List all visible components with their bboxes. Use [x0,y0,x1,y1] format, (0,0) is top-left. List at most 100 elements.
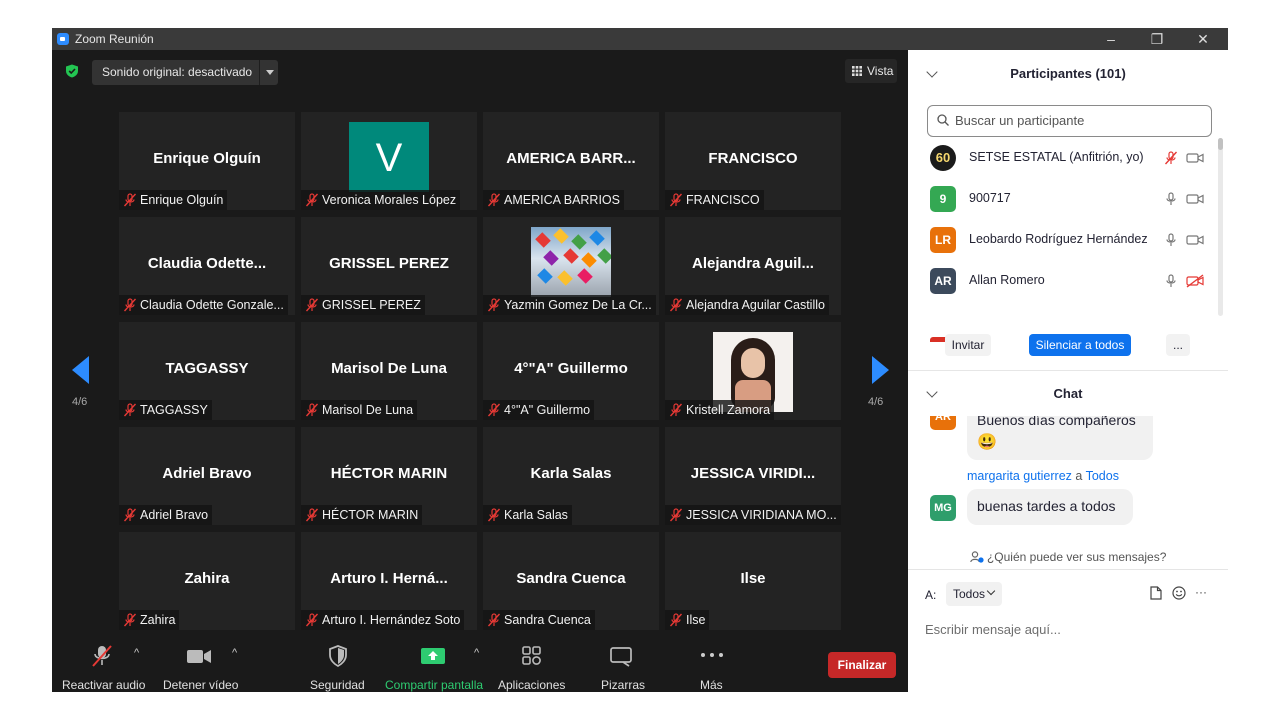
mic-icon[interactable] [1164,192,1178,206]
participant-name-tag: FRANCISCO [665,190,764,210]
participant-scrollbar[interactable] [1218,138,1223,150]
chat-compose-area: A: Todos ··· Escribir mensaje aquí... [908,569,1228,692]
participant-row[interactable]: 9 900717 [908,180,1208,220]
participant-tile[interactable]: Karla Salas Karla Salas [483,427,659,525]
muted-mic-icon [305,508,319,522]
muted-mic-icon [305,613,319,627]
security-label: Seguridad [310,678,365,692]
end-meeting-button[interactable]: Finalizar [828,652,896,678]
participant-name: Adriel Bravo [140,508,209,522]
chat-recipient-select[interactable]: Todos [946,582,1002,606]
muted-mic-icon [305,298,319,312]
chat-more-button[interactable]: ··· [1195,585,1207,599]
mic-icon[interactable] [1164,233,1178,247]
emoji-icon[interactable] [1172,586,1186,600]
original-sound-label: Sonido original: desactivado [102,65,253,79]
participant-tile[interactable]: Zahira Zahira [119,532,295,630]
participant-display-name: FRANCISCO [708,150,798,167]
participant-tile[interactable]: TAGGASSY TAGGASSY [119,322,295,420]
participant-name: AMERICA BARRIOS [504,193,620,207]
chat-message-input[interactable]: Escribir mensaje aquí... [925,622,1061,637]
participant-name: Yazmin Gomez De La Cr... [504,298,652,312]
muted-mic-icon [669,193,683,207]
chat-message-bubble: buenas tardes a todos [967,489,1133,525]
share-options-caret[interactable]: ^ [474,647,479,659]
original-sound-button[interactable]: Sonido original: desactivado [92,60,278,85]
chat-visibility-info[interactable]: ¿Quién puede ver sus mensajes? [908,550,1228,564]
participant-tile[interactable]: HÉCTOR MARIN HÉCTOR MARIN [301,427,477,525]
participant-tile[interactable]: JESSICA VIRIDI... JESSICA VIRIDIANA MO... [665,427,841,525]
next-page-arrow-icon[interactable] [872,356,889,384]
participant-tile[interactable]: 4°"A" Guillermo 4°"A" Guillermo [483,322,659,420]
participant-tile[interactable]: Arturo I. Herná... Arturo I. Hernández So… [301,532,477,630]
video-camera-icon[interactable] [1186,151,1204,165]
participant-tile[interactable]: Claudia Odette... Claudia Odette Gonzale.… [119,217,295,315]
participant-name-tag: Yazmin Gomez De La Cr... [483,295,656,315]
participants-header: Participantes (101) [1010,66,1126,81]
audio-options-caret[interactable]: ^ [134,647,139,659]
video-off-icon[interactable] [1186,274,1204,288]
participant-search-input[interactable]: Buscar un participante [927,105,1212,137]
chat-sender-line: margarita gutierrez a Todos [967,469,1119,483]
muted-mic-icon [305,403,319,417]
participant-tile[interactable]: Yazmin Gomez De La Cr... [483,217,659,315]
chat-recipient[interactable]: Todos [1086,469,1119,483]
participant-name-tag: AMERICA BARRIOS [483,190,624,210]
participant-row[interactable]: LR Leobardo Rodríguez Hernández [908,221,1208,261]
close-window-button[interactable]: ✕ [1180,28,1226,50]
more-label: Más [700,678,723,692]
participant-tile[interactable]: V Veronica Morales López [301,112,477,210]
video-camera-icon[interactable] [1186,233,1204,247]
avatar: LR [930,227,956,253]
participant-name: 900717 [969,191,1011,205]
title-bar: Zoom Reunión – ❐ ✕ [52,28,1228,50]
apps-label: Aplicaciones [498,678,566,692]
video-camera-icon[interactable] [1186,192,1204,206]
video-options-caret[interactable]: ^ [232,647,237,659]
muted-mic-icon[interactable] [1164,151,1178,165]
unmute-audio-label: Reactivar audio [62,678,146,692]
participant-tile[interactable]: AMERICA BARR... AMERICA BARRIOS [483,112,659,210]
participant-tile[interactable]: Sandra Cuenca Sandra Cuenca [483,532,659,630]
participant-tile[interactable]: Alejandra Aguil... Alejandra Aguilar Cast… [665,217,841,315]
previous-page-arrow-icon[interactable] [72,356,89,384]
participant-tile[interactable]: Adriel Bravo Adriel Bravo [119,427,295,525]
avatar: AR [930,416,956,430]
chat-to-label: A: [925,588,937,602]
participant-name: Sandra Cuenca [504,613,591,627]
invite-button[interactable]: Invitar [945,334,991,356]
view-button[interactable]: Vista [845,59,897,83]
muted-mic-icon [123,613,137,627]
restore-button[interactable]: ❐ [1134,28,1180,50]
mute-all-button[interactable]: Silenciar a todos [1029,334,1131,356]
participant-row[interactable]: AR Allan Romero [908,262,1208,302]
participant-name-tag: 4°"A" Guillermo [483,400,595,420]
mic-icon[interactable] [1164,274,1178,288]
participant-tile[interactable]: Enrique Olguín Enrique Olguín [119,112,295,210]
participant-tile[interactable]: FRANCISCO FRANCISCO [665,112,841,210]
search-placeholder: Buscar un participante [955,113,1085,128]
window-title: Zoom Reunión [75,32,154,46]
participant-tile[interactable]: Kristell Zamora [665,322,841,420]
participant-tile[interactable]: Ilse Ilse [665,532,841,630]
participant-display-name: AMERICA BARR... [506,150,636,167]
avatar: MG [930,495,956,521]
participant-tile[interactable]: Marisol De Luna Marisol De Luna [301,322,477,420]
participant-row[interactable]: 60 SETSE ESTATAL (Anfitrión, yo) [908,139,1208,179]
participant-tile[interactable]: GRISSEL PEREZ GRISSEL PEREZ [301,217,477,315]
chat-sender-name[interactable]: margarita gutierrez [967,469,1072,483]
search-icon [937,114,949,126]
participant-name: Karla Salas [504,508,568,522]
encryption-shield-icon[interactable] [65,64,79,78]
participant-name: Marisol De Luna [322,403,414,417]
minimize-button[interactable]: – [1088,28,1134,50]
chat-message-text: buenas tardes a todos [977,498,1116,514]
participants-more-button[interactable]: ... [1166,334,1190,356]
file-icon[interactable] [1150,586,1162,600]
participant-name: JESSICA VIRIDIANA MO... [686,508,837,522]
participant-display-name: Adriel Bravo [162,465,252,482]
muted-mic-icon [487,193,501,207]
participant-name-tag: Enrique Olguín [119,190,228,210]
chevron-down-icon[interactable] [266,70,274,75]
page-indicator-left: 4/6 [72,396,88,408]
